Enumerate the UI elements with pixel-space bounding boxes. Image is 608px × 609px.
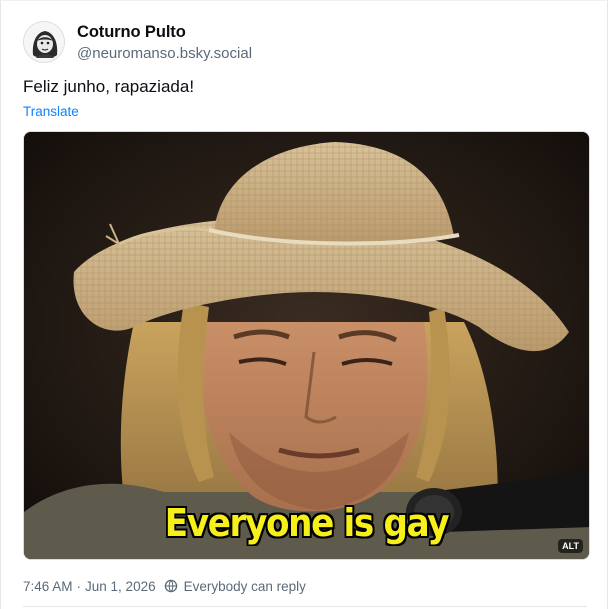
post-meta: 7:46 AM · Jun 1, 2026 Everybody can repl… <box>23 577 306 595</box>
post-date[interactable]: Jun 1, 2026 <box>85 579 156 594</box>
avatar[interactable] <box>23 21 65 63</box>
alt-badge[interactable]: ALT <box>558 539 583 553</box>
avatar-illustration <box>24 22 64 62</box>
globe-reply-icon <box>164 579 177 593</box>
reply-setting[interactable]: Everybody can reply <box>184 579 306 594</box>
post-time[interactable]: 7:46 AM <box>23 579 73 594</box>
author-display-name[interactable]: Coturno Pulto <box>77 23 186 42</box>
translate-link[interactable]: Translate <box>23 104 79 119</box>
post-text: Feliz junho, rapaziada! <box>23 77 195 96</box>
image-artwork <box>24 132 589 559</box>
post-image[interactable]: Everyone is gay ALT <box>23 131 590 560</box>
meta-separator: · <box>76 578 82 594</box>
post-card: Coturno Pulto @neuromanso.bsky.social Fe… <box>0 0 608 609</box>
author-handle[interactable]: @neuromanso.bsky.social <box>77 45 252 62</box>
divider <box>23 606 587 607</box>
image-caption: Everyone is gay <box>164 501 450 545</box>
